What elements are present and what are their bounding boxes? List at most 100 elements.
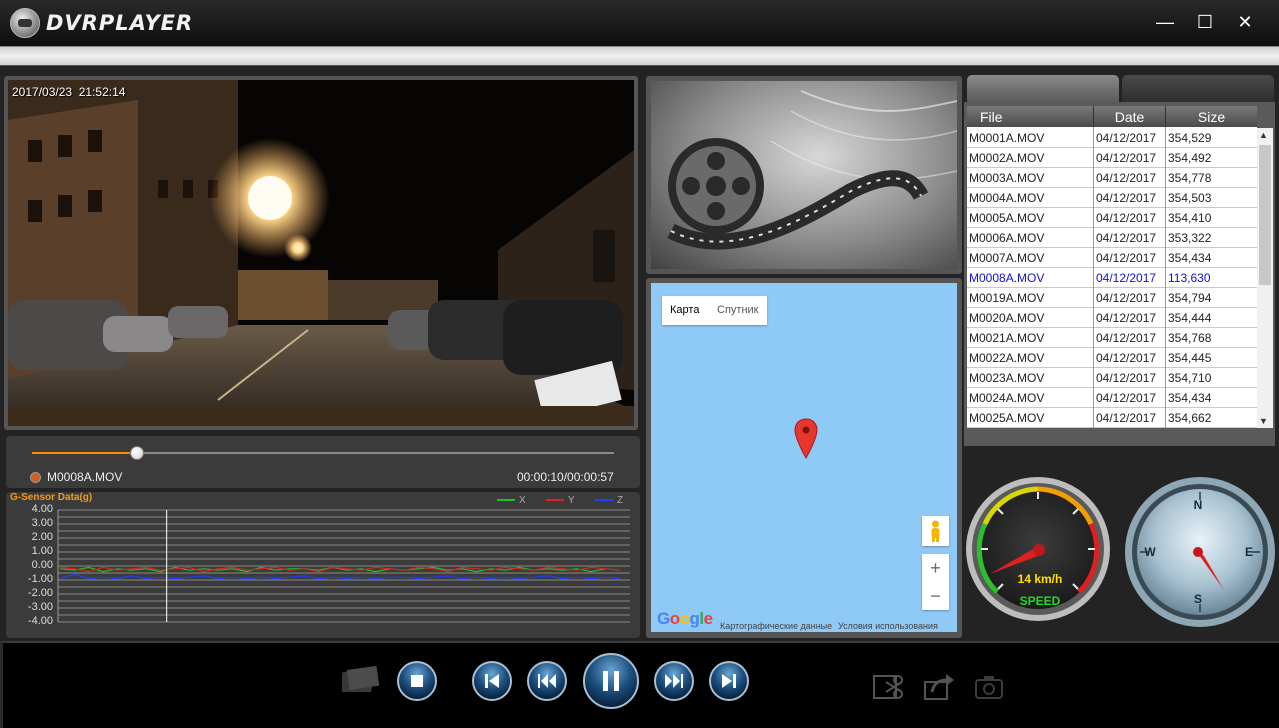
pause-button[interactable] xyxy=(583,653,639,709)
map-terms-link[interactable]: Условия использования xyxy=(838,621,938,631)
gsensor-y-tick-label: 0.00 xyxy=(31,559,53,571)
file-list-cell-file: M0002A.MOV xyxy=(969,151,1045,165)
file-list-cell-size: 113,630 xyxy=(1168,271,1211,285)
next-file-button[interactable] xyxy=(709,661,749,701)
column-separator xyxy=(1165,127,1166,428)
file-list-row[interactable]: M0008A.MOV 04/12/2017 113,630 xyxy=(967,268,1257,288)
file-list-cell-file: M0020A.MOV xyxy=(969,311,1045,325)
map-marker-icon[interactable] xyxy=(794,418,818,460)
zoom-out-button[interactable]: − xyxy=(922,582,949,610)
fast-forward-icon xyxy=(665,674,683,688)
gsensor-y-tick-label: 1.00 xyxy=(31,545,53,557)
snapshot-button[interactable] xyxy=(972,672,1006,702)
file-list-cell-date: 04/12/2017 xyxy=(1096,231,1157,245)
film-folder-icon xyxy=(339,665,380,692)
file-list-row[interactable]: M0004A.MOV 04/12/2017 354,503 xyxy=(967,188,1257,208)
file-list-row[interactable]: M0002A.MOV 04/12/2017 354,492 xyxy=(967,148,1257,168)
file-list-cell-size: 354,444 xyxy=(1168,311,1212,325)
gsensor-legend-swatch xyxy=(595,499,613,502)
file-list-cell-size: 354,710 xyxy=(1168,371,1212,385)
video-time: 21:52:14 xyxy=(78,85,126,99)
zoom-in-button[interactable]: + xyxy=(922,554,949,582)
file-list-cell-size: 354,434 xyxy=(1168,251,1212,265)
file-list-cell-file: M0019A.MOV xyxy=(969,291,1045,305)
scroll-up-icon[interactable]: ▲ xyxy=(1259,130,1268,140)
file-list-cell-file: M0007A.MOV xyxy=(969,251,1045,265)
file-list-cell-size: 354,492 xyxy=(1168,151,1212,165)
file-list-row[interactable]: M0005A.MOV 04/12/2017 354,410 xyxy=(967,208,1257,228)
file-list-row[interactable]: M0003A.MOV 04/12/2017 354,778 xyxy=(967,168,1257,188)
file-list-tab-1[interactable] xyxy=(967,75,1119,102)
scroll-down-icon[interactable]: ▼ xyxy=(1259,416,1268,426)
seek-progress xyxy=(32,452,137,454)
video-thumbnail xyxy=(651,81,957,269)
compass-south: S xyxy=(1193,592,1202,606)
file-list-cell-file: M0021A.MOV xyxy=(969,331,1045,345)
gsensor-title: G-Sensor Data(g) xyxy=(10,492,93,503)
previous-file-button[interactable] xyxy=(472,661,512,701)
seek-handle[interactable] xyxy=(130,446,144,460)
gsensor-legend-swatch xyxy=(497,499,515,502)
share-icon xyxy=(924,674,954,700)
video-date: 2017/03/23 xyxy=(12,85,73,99)
speed-value: 14 km/h xyxy=(1017,572,1063,586)
gsensor-legend-label: X xyxy=(519,495,526,506)
file-list-cell-size: 354,778 xyxy=(1168,171,1212,185)
file-list-tab-2[interactable] xyxy=(1122,75,1274,102)
stop-icon xyxy=(411,675,423,687)
file-list-row[interactable]: M0001A.MOV 04/12/2017 354,529 xyxy=(967,128,1257,148)
file-list-cell-size: 354,662 xyxy=(1168,411,1212,425)
export-button[interactable] xyxy=(922,672,956,702)
column-header-size[interactable]: Size xyxy=(1166,106,1257,127)
app-title: DVRPLAYER xyxy=(46,11,194,35)
street-view-button[interactable] xyxy=(922,516,949,546)
rewind-button[interactable] xyxy=(527,661,567,701)
file-list-cell-date: 04/12/2017 xyxy=(1096,311,1157,325)
file-list-row[interactable]: M0020A.MOV 04/12/2017 354,444 xyxy=(967,308,1257,328)
file-list-cell-date: 04/12/2017 xyxy=(1096,271,1157,285)
file-list-row[interactable]: M0007A.MOV 04/12/2017 354,434 xyxy=(967,248,1257,268)
file-list-cell-file: M0005A.MOV xyxy=(969,211,1045,225)
file-list-cell-file: M0001A.MOV xyxy=(969,131,1045,145)
file-list-cell-date: 04/12/2017 xyxy=(1096,351,1157,365)
file-list-cell-date: 04/12/2017 xyxy=(1096,191,1157,205)
gsensor-panel xyxy=(6,492,640,638)
open-folder-button[interactable] xyxy=(339,664,380,694)
file-list-cell-file: M0008A.MOV xyxy=(969,271,1045,285)
file-list-row[interactable]: M0023A.MOV 04/12/2017 354,710 xyxy=(967,368,1257,388)
camera-icon xyxy=(975,676,1003,699)
file-list-row[interactable]: M0006A.MOV 04/12/2017 353,322 xyxy=(967,228,1257,248)
close-button[interactable]: ✕ xyxy=(1232,10,1258,34)
cut-clip-button[interactable] xyxy=(872,672,906,702)
file-list-row[interactable]: M0025A.MOV 04/12/2017 354,662 xyxy=(967,408,1257,428)
map-button[interactable]: Карта xyxy=(670,304,699,316)
file-list-cell-size: 354,529 xyxy=(1168,131,1212,145)
file-list-cell-size: 354,503 xyxy=(1168,191,1212,205)
gsensor-legend-swatch xyxy=(546,499,564,502)
file-list-cell-date: 04/12/2017 xyxy=(1096,391,1157,405)
file-list-row[interactable]: M0024A.MOV 04/12/2017 354,434 xyxy=(967,388,1257,408)
column-header-date[interactable]: Date xyxy=(1094,106,1166,127)
file-list-cell-file: M0023A.MOV xyxy=(969,371,1045,385)
column-header-file[interactable]: File xyxy=(967,106,1094,127)
fast-forward-button[interactable] xyxy=(654,661,694,701)
file-list-row[interactable]: M0019A.MOV 04/12/2017 354,794 xyxy=(967,288,1257,308)
google-logo: Google xyxy=(657,609,713,628)
gsensor-legend-label: Y xyxy=(568,495,575,506)
satellite-button[interactable]: Спутник xyxy=(717,304,758,316)
file-list-cell-file: M0024A.MOV xyxy=(969,391,1045,405)
stop-button[interactable] xyxy=(397,661,437,701)
maximize-button[interactable]: ☐ xyxy=(1192,10,1218,34)
map-data-attribution[interactable]: Картографические данные xyxy=(720,621,832,631)
compass-east: E xyxy=(1244,545,1253,559)
minimize-button[interactable]: — xyxy=(1152,10,1178,34)
film-reel-icon xyxy=(667,90,957,250)
file-list-row[interactable]: M0022A.MOV 04/12/2017 354,445 xyxy=(967,348,1257,368)
file-list-cell-size: 353,322 xyxy=(1168,231,1212,245)
video-view[interactable] xyxy=(8,80,634,426)
speed-label: SPEED xyxy=(1019,594,1061,608)
compass-west: W xyxy=(1144,545,1156,559)
file-list-row[interactable]: M0021A.MOV 04/12/2017 354,768 xyxy=(967,328,1257,348)
gsensor-legend-item: X xyxy=(497,495,526,506)
scrollbar-thumb[interactable] xyxy=(1259,145,1271,285)
